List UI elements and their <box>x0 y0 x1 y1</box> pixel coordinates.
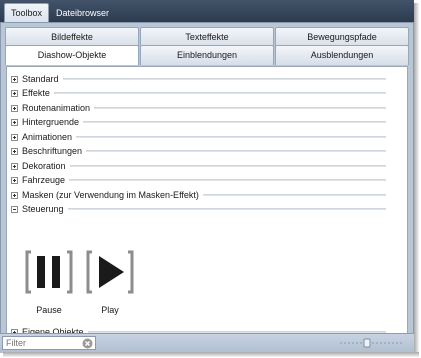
category-fahrzeuge[interactable]: Fahrzeuge <box>11 174 386 186</box>
expand-icon[interactable] <box>11 75 18 83</box>
tab-bildeffekte[interactable]: Bildeffekte <box>5 27 139 47</box>
pause-label: Pause <box>36 305 62 315</box>
category-animationen[interactable]: Animationen <box>11 131 386 143</box>
category-hintergruende[interactable]: Hintergruende <box>11 116 386 128</box>
separator-line <box>94 107 386 109</box>
separator-line <box>67 208 386 210</box>
separator-line <box>69 179 386 181</box>
category-label: Animationen <box>22 132 73 142</box>
separator-line <box>83 121 386 123</box>
category-label: Effekte <box>22 88 50 98</box>
category-label: Hintergruende <box>22 117 80 127</box>
separator-line <box>69 165 386 167</box>
expand-icon[interactable] <box>11 176 18 184</box>
tab-ausblendungen[interactable]: Ausblendungen <box>275 45 409 65</box>
expand-icon[interactable] <box>11 89 18 97</box>
filter-input[interactable] <box>3 337 84 349</box>
play-icon <box>86 250 134 294</box>
category-masken[interactable]: Masken (zur Verwendung im Masken-Effekt) <box>11 189 386 201</box>
separator-line <box>62 78 386 80</box>
pause-object[interactable]: Pause <box>22 247 76 315</box>
category-routenanimation[interactable]: Routenanimation <box>11 102 386 114</box>
separator-line <box>86 150 386 152</box>
tab-dateibrowser[interactable]: Dateibrowser <box>50 4 115 22</box>
category-label: Dekoration <box>22 161 66 171</box>
zoom-slider[interactable] <box>338 336 406 350</box>
bottom-bar <box>0 333 414 353</box>
tab-toolbox[interactable]: Toolbox <box>4 3 50 23</box>
play-label: Play <box>101 305 119 315</box>
tab-bewegungspfade[interactable]: Bewegungspfade <box>275 27 409 47</box>
expand-icon[interactable] <box>11 191 18 199</box>
category-label: Beschriftungen <box>22 146 83 156</box>
category-standard[interactable]: Standard <box>11 73 386 85</box>
category-steuerung[interactable]: Steuerung <box>11 203 386 215</box>
tab-row-1: Bildeffekte Texteffekte Bewegungspfade <box>5 27 410 47</box>
category-label: Routenanimation <box>22 103 91 113</box>
category-beschriftungen[interactable]: Beschriftungen <box>11 145 386 157</box>
play-object[interactable]: Play <box>83 247 137 315</box>
category-label: Masken (zur Verwendung im Masken-Effekt) <box>22 190 199 200</box>
category-label: Steuerung <box>22 204 64 214</box>
window-shadow-bottom <box>3 352 419 357</box>
window-tab-strip: Toolbox Dateibrowser <box>0 0 414 23</box>
expand-icon[interactable] <box>11 104 18 112</box>
separator-line <box>76 136 386 138</box>
tab-diashow-objekte[interactable]: Diashow-Objekte <box>5 45 139 65</box>
expand-icon[interactable] <box>11 162 18 170</box>
objects-tree: Standard Effekte Routenanimation Hinterg… <box>6 66 408 348</box>
pause-icon <box>25 250 73 294</box>
clear-icon[interactable] <box>82 338 93 349</box>
collapse-icon[interactable] <box>11 205 18 213</box>
expand-icon[interactable] <box>11 133 18 141</box>
tab-einblendungen[interactable]: Einblendungen <box>140 45 274 65</box>
tab-row-2: Diashow-Objekte Einblendungen Ausblendun… <box>5 45 410 65</box>
category-label: Standard <box>22 74 59 84</box>
expand-icon[interactable] <box>11 147 18 155</box>
category-dekoration[interactable]: Dekoration <box>11 160 386 172</box>
tab-texteffekte[interactable]: Texteffekte <box>140 27 274 47</box>
window-shadow-right <box>414 3 419 355</box>
separator-line <box>202 194 386 196</box>
filter-field <box>2 336 96 350</box>
category-label: Fahrzeuge <box>22 175 66 185</box>
category-effekte[interactable]: Effekte <box>11 87 386 99</box>
expand-icon[interactable] <box>11 118 18 126</box>
toolbox-panel: Bildeffekte Texteffekte Bewegungspfade D… <box>0 22 414 352</box>
separator-line <box>53 92 386 94</box>
